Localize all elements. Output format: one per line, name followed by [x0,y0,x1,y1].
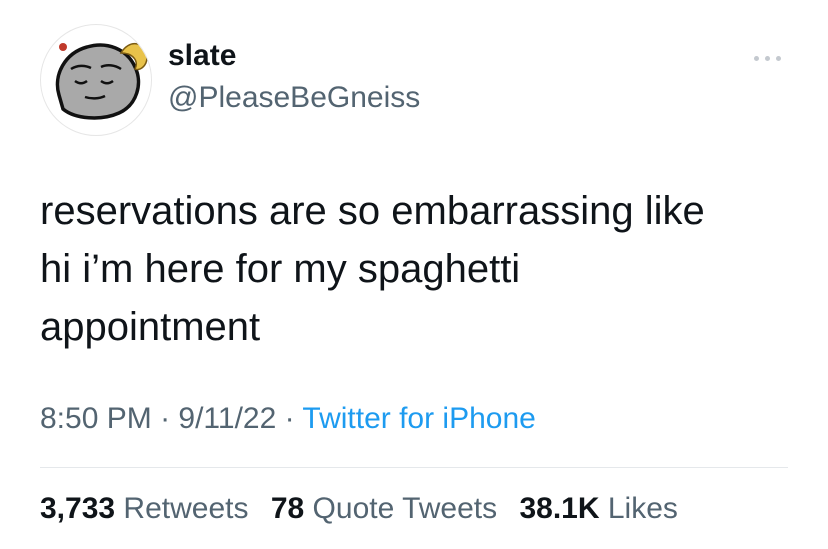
tweet-stats: 3,733 Retweets 78 Quote Tweets 38.1K Lik… [40,492,692,526]
quote-tweets-count: 78 [270,492,305,525]
divider [40,467,788,468]
rock-face-icon [55,43,148,120]
more-dot [754,56,759,61]
author-block[interactable]: slate @PleaseBeGneiss [168,38,420,116]
more-dot [776,56,781,61]
tweet-text: reservations are so embarrassing like hi… [40,189,705,349]
more-dot [765,56,770,61]
tweet-meta: 8:50 PM · 9/11/22 · Twitter for iPhone [40,402,536,436]
likes-label: Likes [607,492,678,525]
likes-stat[interactable]: 38.1K Likes [519,492,677,525]
quote-tweets-label: Quote Tweets [312,492,498,525]
avatar[interactable] [40,24,152,136]
tweet-time[interactable]: 8:50 PM [40,402,152,435]
retweets-stat[interactable]: 3,733 Retweets [40,492,248,525]
handle[interactable]: @PleaseBeGneiss [168,80,420,116]
tweet-date[interactable]: 9/11/22 [178,402,276,435]
quote-tweets-stat[interactable]: 78 Quote Tweets [271,492,497,525]
more-icon[interactable] [748,48,788,68]
display-name[interactable]: slate [168,38,420,74]
meta-separator: · [151,402,179,435]
likes-count: 38.1K [519,492,600,525]
tweet-source-link[interactable]: Twitter for iPhone [302,402,535,435]
retweets-label: Retweets [123,492,249,525]
retweets-count: 3,733 [40,492,116,525]
meta-separator: · [276,402,303,435]
